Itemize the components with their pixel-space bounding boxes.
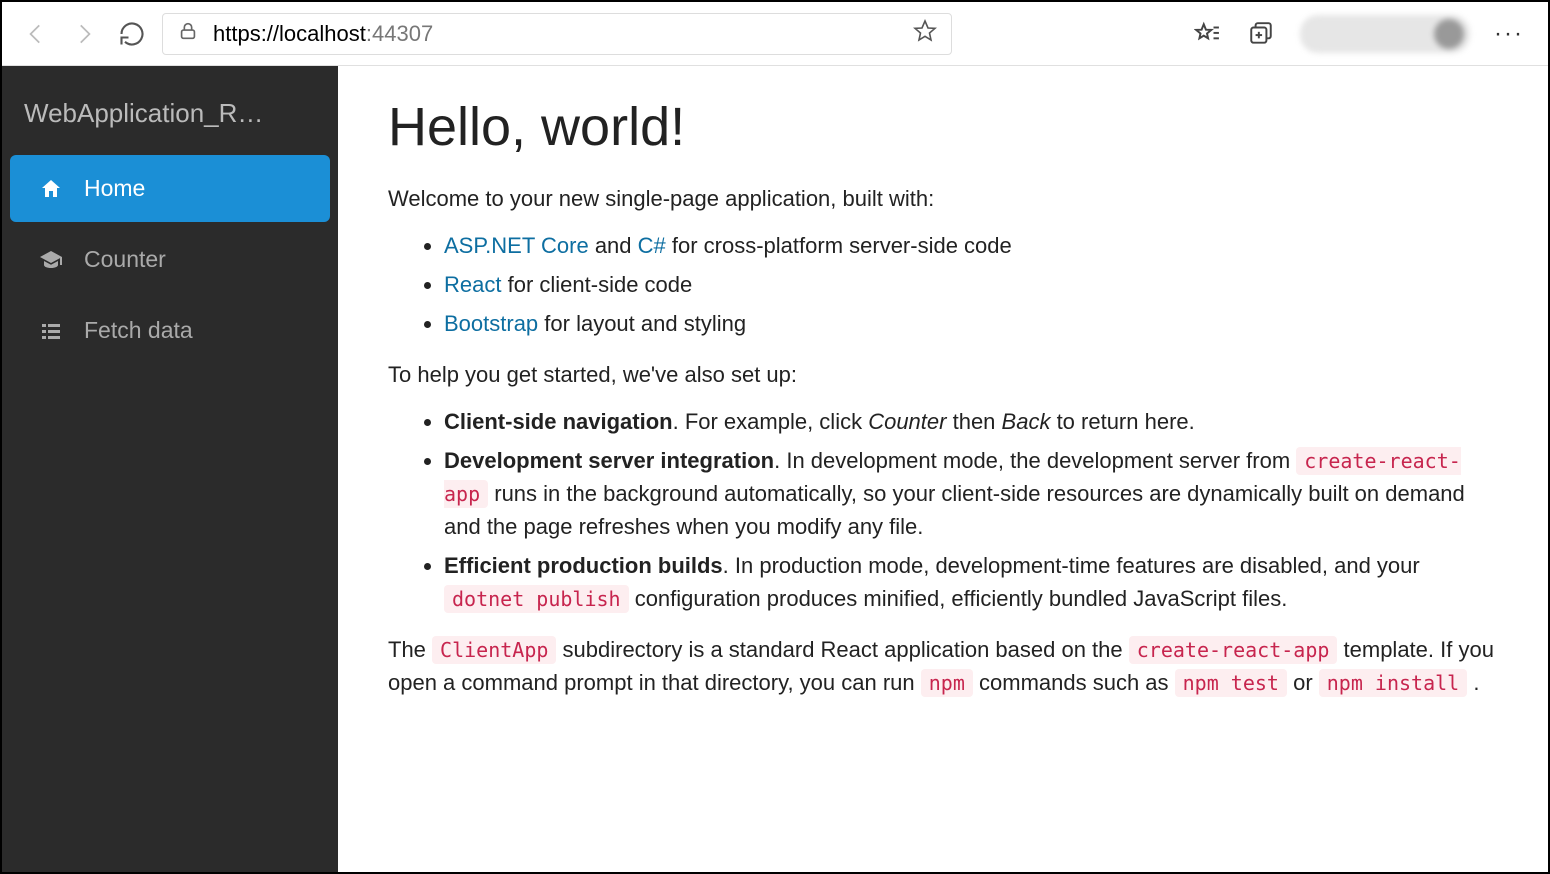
sidebar-item-label: Fetch data <box>84 317 193 344</box>
collections-button[interactable] <box>1246 19 1276 49</box>
arrow-left-icon <box>23 21 49 47</box>
collections-icon <box>1248 21 1274 47</box>
refresh-icon <box>118 20 146 48</box>
code-snippet: create-react-app <box>1129 636 1338 664</box>
url-host: localhost <box>279 21 366 46</box>
forward-button[interactable] <box>66 16 102 52</box>
app-title: WebApplication_R… <box>2 86 338 151</box>
star-icon <box>913 19 937 43</box>
browser-toolbar: https://localhost:44307 ··· <box>2 2 1548 66</box>
list-item: Efficient production builds. In producti… <box>444 549 1498 615</box>
more-icon: ··· <box>1494 20 1524 48</box>
url-scheme: https:// <box>213 21 279 46</box>
code-snippet: npm <box>921 669 973 697</box>
setup-list: Client-side navigation. For example, cli… <box>444 405 1498 615</box>
refresh-button[interactable] <box>114 16 150 52</box>
sidebar-item-fetch-data[interactable]: Fetch data <box>10 297 330 364</box>
address-bar[interactable]: https://localhost:44307 <box>162 13 952 55</box>
favorites-button[interactable] <box>1192 19 1222 49</box>
sidebar-item-label: Home <box>84 175 145 202</box>
lock-icon <box>177 20 199 48</box>
app-body: WebApplication_R… Home Counter Fetch dat… <box>2 66 1548 872</box>
sidebar-item-home[interactable]: Home <box>10 155 330 222</box>
setup-intro: To help you get started, we've also set … <box>388 358 1498 391</box>
aspnet-link[interactable]: ASP.NET Core <box>444 233 589 258</box>
sidebar: WebApplication_R… Home Counter Fetch dat… <box>2 66 338 872</box>
home-icon <box>38 177 64 201</box>
csharp-link[interactable]: C# <box>638 233 666 258</box>
footer-paragraph: The ClientApp subdirectory is a standard… <box>388 633 1498 699</box>
page-heading: Hello, world! <box>388 96 1498 158</box>
back-button[interactable] <box>18 16 54 52</box>
star-lines-icon <box>1194 21 1220 47</box>
code-snippet: npm install <box>1319 669 1467 697</box>
bootstrap-link[interactable]: Bootstrap <box>444 311 538 336</box>
sidebar-item-counter[interactable]: Counter <box>10 226 330 293</box>
main-content: Hello, world! Welcome to your new single… <box>338 66 1548 872</box>
list-item: Client-side navigation. For example, cli… <box>444 405 1498 438</box>
list-item: Bootstrap for layout and styling <box>444 307 1498 340</box>
menu-button[interactable]: ··· <box>1494 19 1524 49</box>
react-link[interactable]: React <box>444 272 501 297</box>
code-snippet: npm test <box>1175 669 1287 697</box>
arrow-right-icon <box>71 21 97 47</box>
grad-cap-icon <box>38 248 64 272</box>
intro-text: Welcome to your new single-page applicat… <box>388 182 1498 215</box>
code-snippet: dotnet publish <box>444 585 629 613</box>
url-text: https://localhost:44307 <box>213 21 433 47</box>
favorite-star-button[interactable] <box>913 19 937 49</box>
browser-right-controls: ··· <box>1192 15 1532 53</box>
list-item: ASP.NET Core and C# for cross-platform s… <box>444 229 1498 262</box>
url-port: :44307 <box>366 21 433 46</box>
code-snippet: ClientApp <box>432 636 556 664</box>
profile-button[interactable] <box>1300 15 1470 53</box>
sidebar-item-label: Counter <box>84 246 166 273</box>
tech-stack-list: ASP.NET Core and C# for cross-platform s… <box>444 229 1498 340</box>
list-item: Development server integration. In devel… <box>444 444 1498 543</box>
list-icon <box>38 319 64 343</box>
list-item: React for client-side code <box>444 268 1498 301</box>
